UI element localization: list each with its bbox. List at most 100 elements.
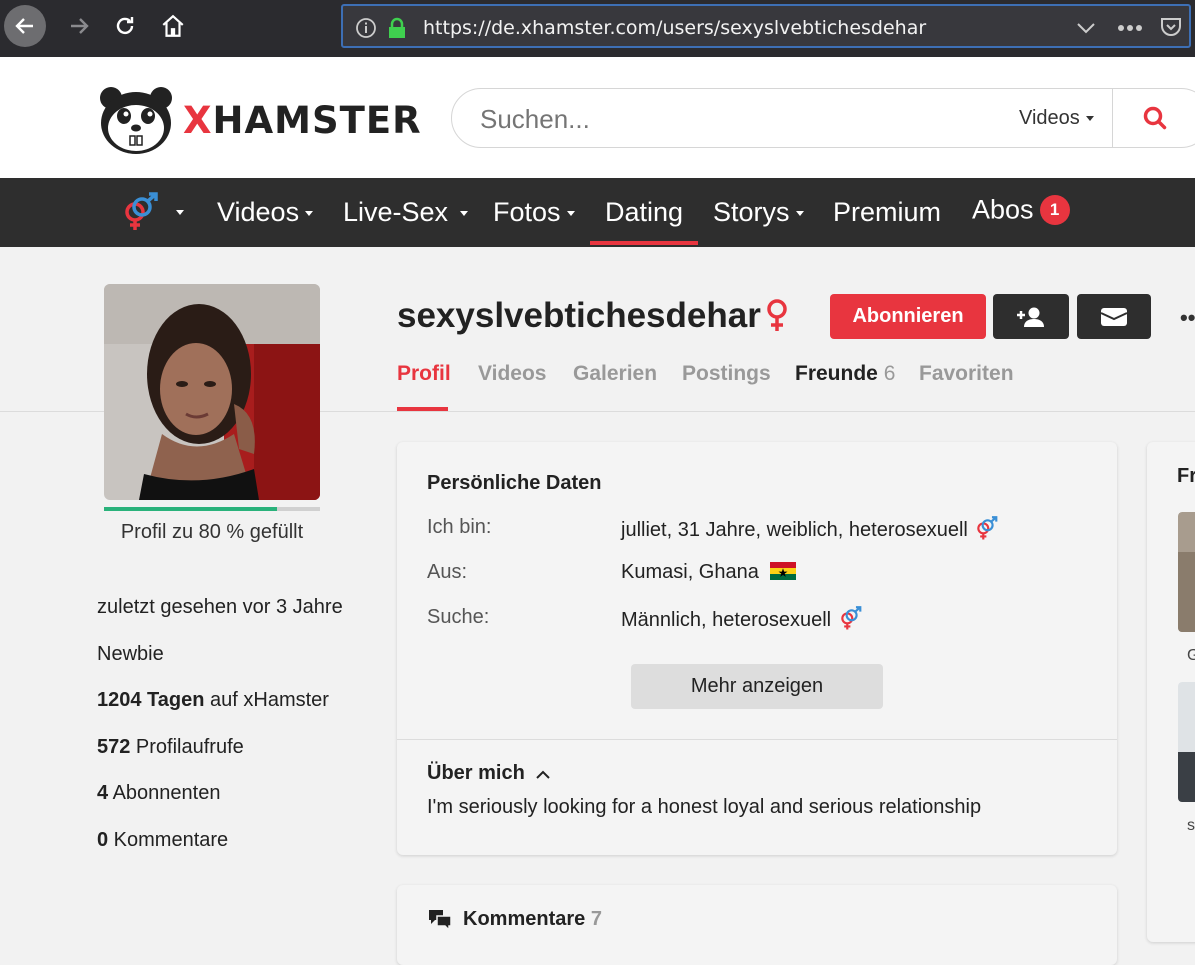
home-button[interactable]	[152, 5, 194, 47]
views-stat: 572 Profilaufrufe	[97, 736, 244, 759]
friend-thumbnail[interactable]	[1178, 512, 1195, 632]
tab-videos[interactable]: Videos	[478, 362, 546, 386]
site-logo[interactable]: XHAMSTER	[97, 84, 422, 156]
tab-postings[interactable]: Postings	[682, 362, 771, 386]
caret-down-icon	[460, 211, 469, 217]
comments-stat: 0 Kommentare	[97, 829, 228, 852]
caret-down-icon	[1085, 116, 1094, 122]
caret-down-icon	[305, 211, 314, 217]
about-me-text: I'm seriously looking for a honest loyal…	[427, 796, 982, 818]
female-icon	[767, 299, 787, 331]
comments-value: 0	[97, 829, 109, 851]
nav-dating-label: Dating	[605, 197, 684, 227]
profile-completion-fill	[104, 507, 277, 511]
nav-abos[interactable]: Abos 1	[972, 193, 1070, 225]
message-button[interactable]	[1077, 294, 1151, 339]
add-user-icon	[1017, 307, 1044, 327]
caret-down-icon	[176, 210, 184, 215]
show-more-button[interactable]: Mehr anzeigen	[631, 664, 883, 709]
search-value: Männlich, heterosexuell	[621, 609, 832, 631]
nav-live-sex-label: Live-Sex	[343, 197, 449, 227]
search-input[interactable]	[480, 104, 980, 135]
about-me-toggle[interactable]: Über mich	[427, 762, 525, 785]
envelope-icon	[1100, 307, 1128, 326]
comments-title: Kommentare 7	[463, 908, 602, 931]
more-options-icon[interactable]: ••	[1180, 305, 1195, 331]
comments-icon	[429, 910, 452, 930]
arrow-left-icon	[15, 18, 33, 34]
views-value: 572	[97, 736, 131, 758]
tab-profil[interactable]: Profil	[397, 362, 451, 386]
tab-favoriten[interactable]: Favoriten	[919, 362, 1014, 386]
browser-toolbar: https://de.xhamster.com/users/sexyslvebt…	[0, 0, 1195, 57]
ghana-flag-icon	[770, 562, 797, 580]
personal-data-title: Persönliche Daten	[427, 472, 602, 494]
info-icon[interactable]	[355, 17, 377, 39]
search-divider	[1112, 89, 1113, 147]
comments-card: Kommentare 7	[397, 885, 1117, 965]
nav-storys-label: Storys	[713, 197, 790, 227]
nav-premium[interactable]: Premium	[833, 197, 941, 228]
gender-symbol-icon	[977, 516, 998, 540]
tab-freunde-label: Freunde	[795, 362, 878, 385]
caret-down-icon	[795, 211, 804, 217]
nav-abos-label: Abos	[972, 194, 1034, 225]
iam-value: julliet, 31 Jahre, weiblich, heterosexue…	[621, 519, 968, 541]
address-bar[interactable]: https://de.xhamster.com/users/sexyslvebt…	[341, 4, 1191, 48]
search-icon[interactable]	[1142, 105, 1168, 131]
gender-symbol-icon	[125, 192, 158, 230]
nav-live-sex[interactable]: Live-Sex	[343, 197, 469, 228]
profile-completion-bar	[104, 507, 320, 511]
friends-panel: Fr G s	[1147, 442, 1195, 942]
caret-down-icon	[566, 211, 575, 217]
forward-button[interactable]	[58, 5, 100, 47]
more-dots-icon[interactable]	[1117, 24, 1143, 32]
page-title: sexyslvebtichesdehar	[397, 296, 761, 335]
home-icon	[162, 14, 184, 37]
tab-galerien[interactable]: Galerien	[573, 362, 657, 386]
subs-suffix: Abonnenten	[108, 782, 221, 804]
tab-freunde[interactable]: Freunde 6	[795, 362, 895, 386]
friend-name[interactable]: G	[1187, 647, 1195, 665]
search-scope-select[interactable]: Videos	[1019, 107, 1094, 130]
row-label: Ich bin:	[427, 516, 492, 538]
nav-videos[interactable]: Videos	[217, 197, 314, 228]
friend-name[interactable]: s	[1187, 817, 1195, 835]
last-seen-text: zuletzt gesehen vor 3 Jahre	[97, 596, 343, 618]
notification-badge: 1	[1039, 194, 1070, 225]
reload-button[interactable]	[104, 5, 146, 47]
site-header: XHAMSTER Videos	[0, 57, 1195, 178]
active-nav-indicator	[590, 241, 698, 245]
nav-fotos[interactable]: Fotos	[493, 197, 575, 228]
nav-storys[interactable]: Storys	[713, 197, 804, 228]
pocket-icon[interactable]	[1159, 15, 1183, 39]
views-suffix: Profilaufrufe	[130, 736, 244, 758]
add-friend-button[interactable]	[993, 294, 1069, 339]
back-button[interactable]	[4, 5, 46, 47]
search-scope-label: Videos	[1019, 107, 1080, 129]
search-bar: Videos	[451, 88, 1195, 148]
gender-symbol-icon	[840, 606, 862, 630]
comments-title-label: Kommentare	[463, 908, 586, 930]
row-value-search: Männlich, heterosexuell	[621, 606, 865, 632]
chevron-up-icon[interactable]	[535, 768, 551, 780]
orientation-select[interactable]	[120, 192, 184, 241]
divider	[397, 739, 1117, 740]
days-value: 1204 Tagen	[97, 689, 205, 711]
row-label: Aus:	[427, 561, 468, 583]
url-text[interactable]: https://de.xhamster.com/users/sexyslvebt…	[423, 17, 926, 39]
tab-freunde-count: 6	[883, 362, 896, 385]
friend-thumbnail[interactable]	[1178, 682, 1195, 802]
reload-icon	[116, 17, 134, 35]
personal-data-card: Persönliche Daten Ich bin: julliet, 31 J…	[397, 442, 1117, 855]
subs-value: 4	[97, 782, 109, 804]
avatar-image	[104, 284, 320, 500]
subscribers-stat: 4 Abonnenten	[97, 782, 220, 805]
profile-completion-label: Profil zu 80 % gefüllt	[120, 521, 304, 543]
main-nav: Videos Live-Sex Fotos Dating Storys Prem…	[0, 178, 1195, 247]
level-text: Newbie	[97, 643, 164, 665]
chevron-down-icon[interactable]	[1075, 20, 1097, 36]
avatar[interactable]	[104, 284, 320, 500]
nav-dating[interactable]: Dating	[605, 197, 683, 228]
subscribe-button[interactable]: Abonnieren	[830, 294, 986, 339]
